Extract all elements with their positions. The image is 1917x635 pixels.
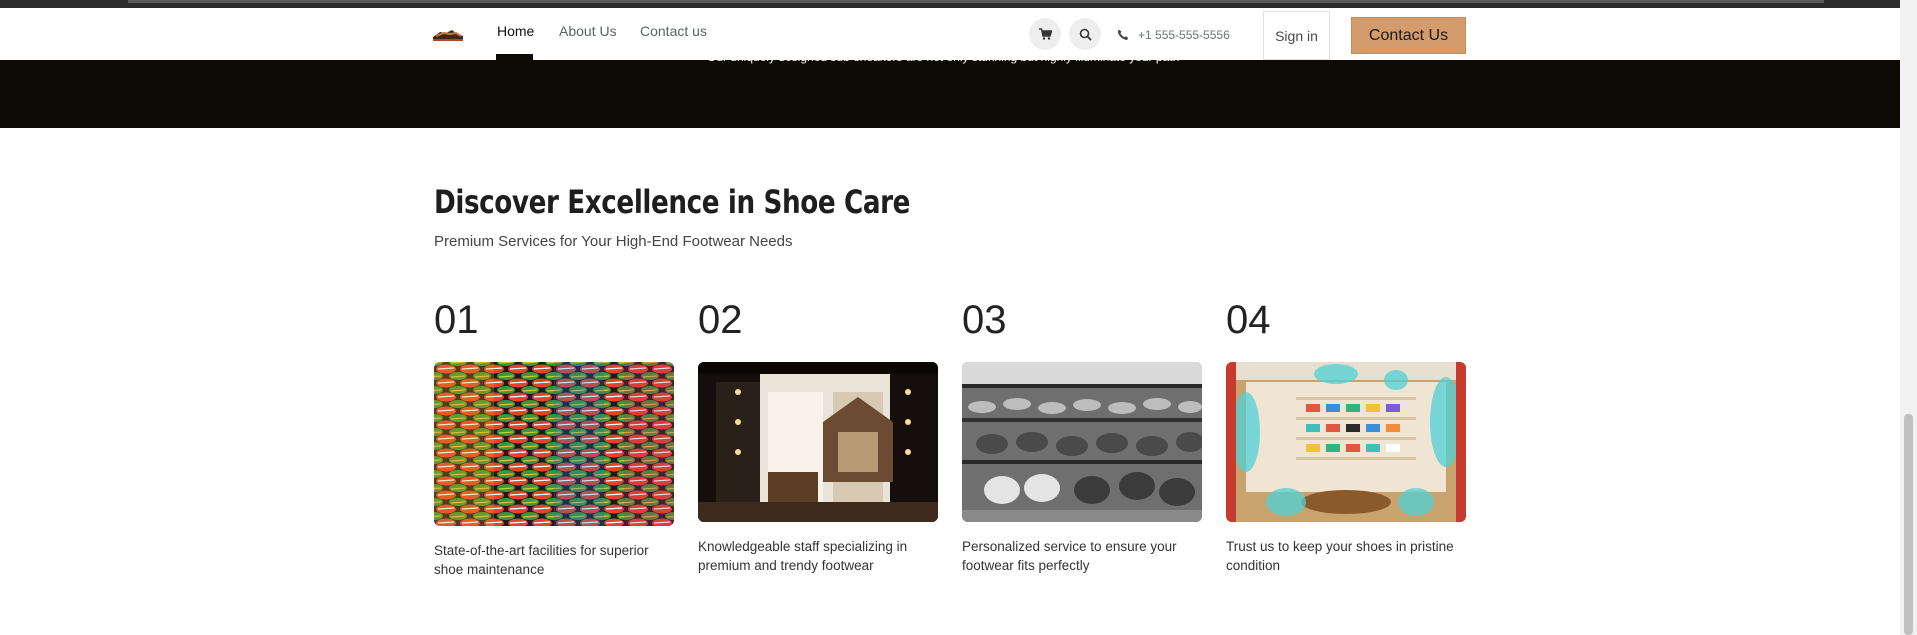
cart-button[interactable] <box>1029 18 1061 50</box>
nav-link-about-us[interactable]: About Us <box>559 23 617 39</box>
card-description: Knowledgeable staff specializing in prem… <box>698 539 908 573</box>
card-number: 01 <box>434 298 479 342</box>
nav-link-contact-us[interactable]: Contact us <box>640 23 707 39</box>
service-card: 04 Trust us to keep your shoes in pristi… <box>1226 296 1466 573</box>
service-card: 01 State-of-the-art facilities for super… <box>434 296 674 577</box>
contact-us-cta-button[interactable]: Contact Us <box>1351 17 1466 54</box>
phone-number[interactable]: +1 555-555-5556 <box>1138 28 1230 42</box>
cart-icon <box>1038 28 1052 40</box>
sneaker-wall-image <box>434 362 674 526</box>
shoe-logo-icon[interactable] <box>432 26 464 42</box>
sign-in-button[interactable]: Sign in <box>1263 11 1330 60</box>
site-navbar: Home About Us Contact us +1 555-555-5556… <box>0 8 1900 60</box>
scrollbar-thumb[interactable] <box>1904 414 1913 635</box>
service-card: 02 Knowledgeable staff specializing in p… <box>698 296 938 573</box>
section-title: Discover Excellence in Shoe Care <box>434 183 911 221</box>
section-subtitle: Premium Services for Your High-End Footw… <box>434 233 793 250</box>
card-number: 03 <box>962 298 1007 342</box>
phone-icon <box>1117 29 1129 40</box>
browser-top-strip <box>0 0 1900 8</box>
search-button[interactable] <box>1069 18 1101 50</box>
browser-viewport: Our uniquely designed sub-sneakers are n… <box>0 0 1917 635</box>
card-number: 04 <box>1226 298 1271 342</box>
card-number: 02 <box>698 298 743 342</box>
colorful-shoe-shop-image <box>1226 362 1466 522</box>
search-icon <box>1079 28 1092 41</box>
card-description: State-of-the-art facilities for superior… <box>434 543 649 577</box>
nav-link-home[interactable]: Home <box>497 23 534 39</box>
service-card: 03 Personalized service to ensure your f… <box>962 296 1202 573</box>
top-strip-line <box>128 0 1824 3</box>
card-description: Personalized service to ensure your foot… <box>962 539 1177 573</box>
page-scrollbar[interactable] <box>1900 0 1917 635</box>
card-description: Trust us to keep your shoes in pristine … <box>1226 539 1454 573</box>
shoe-store-front-image <box>698 362 938 522</box>
nav-active-indicator <box>496 54 533 60</box>
bw-shoe-shelves-image <box>962 362 1202 522</box>
